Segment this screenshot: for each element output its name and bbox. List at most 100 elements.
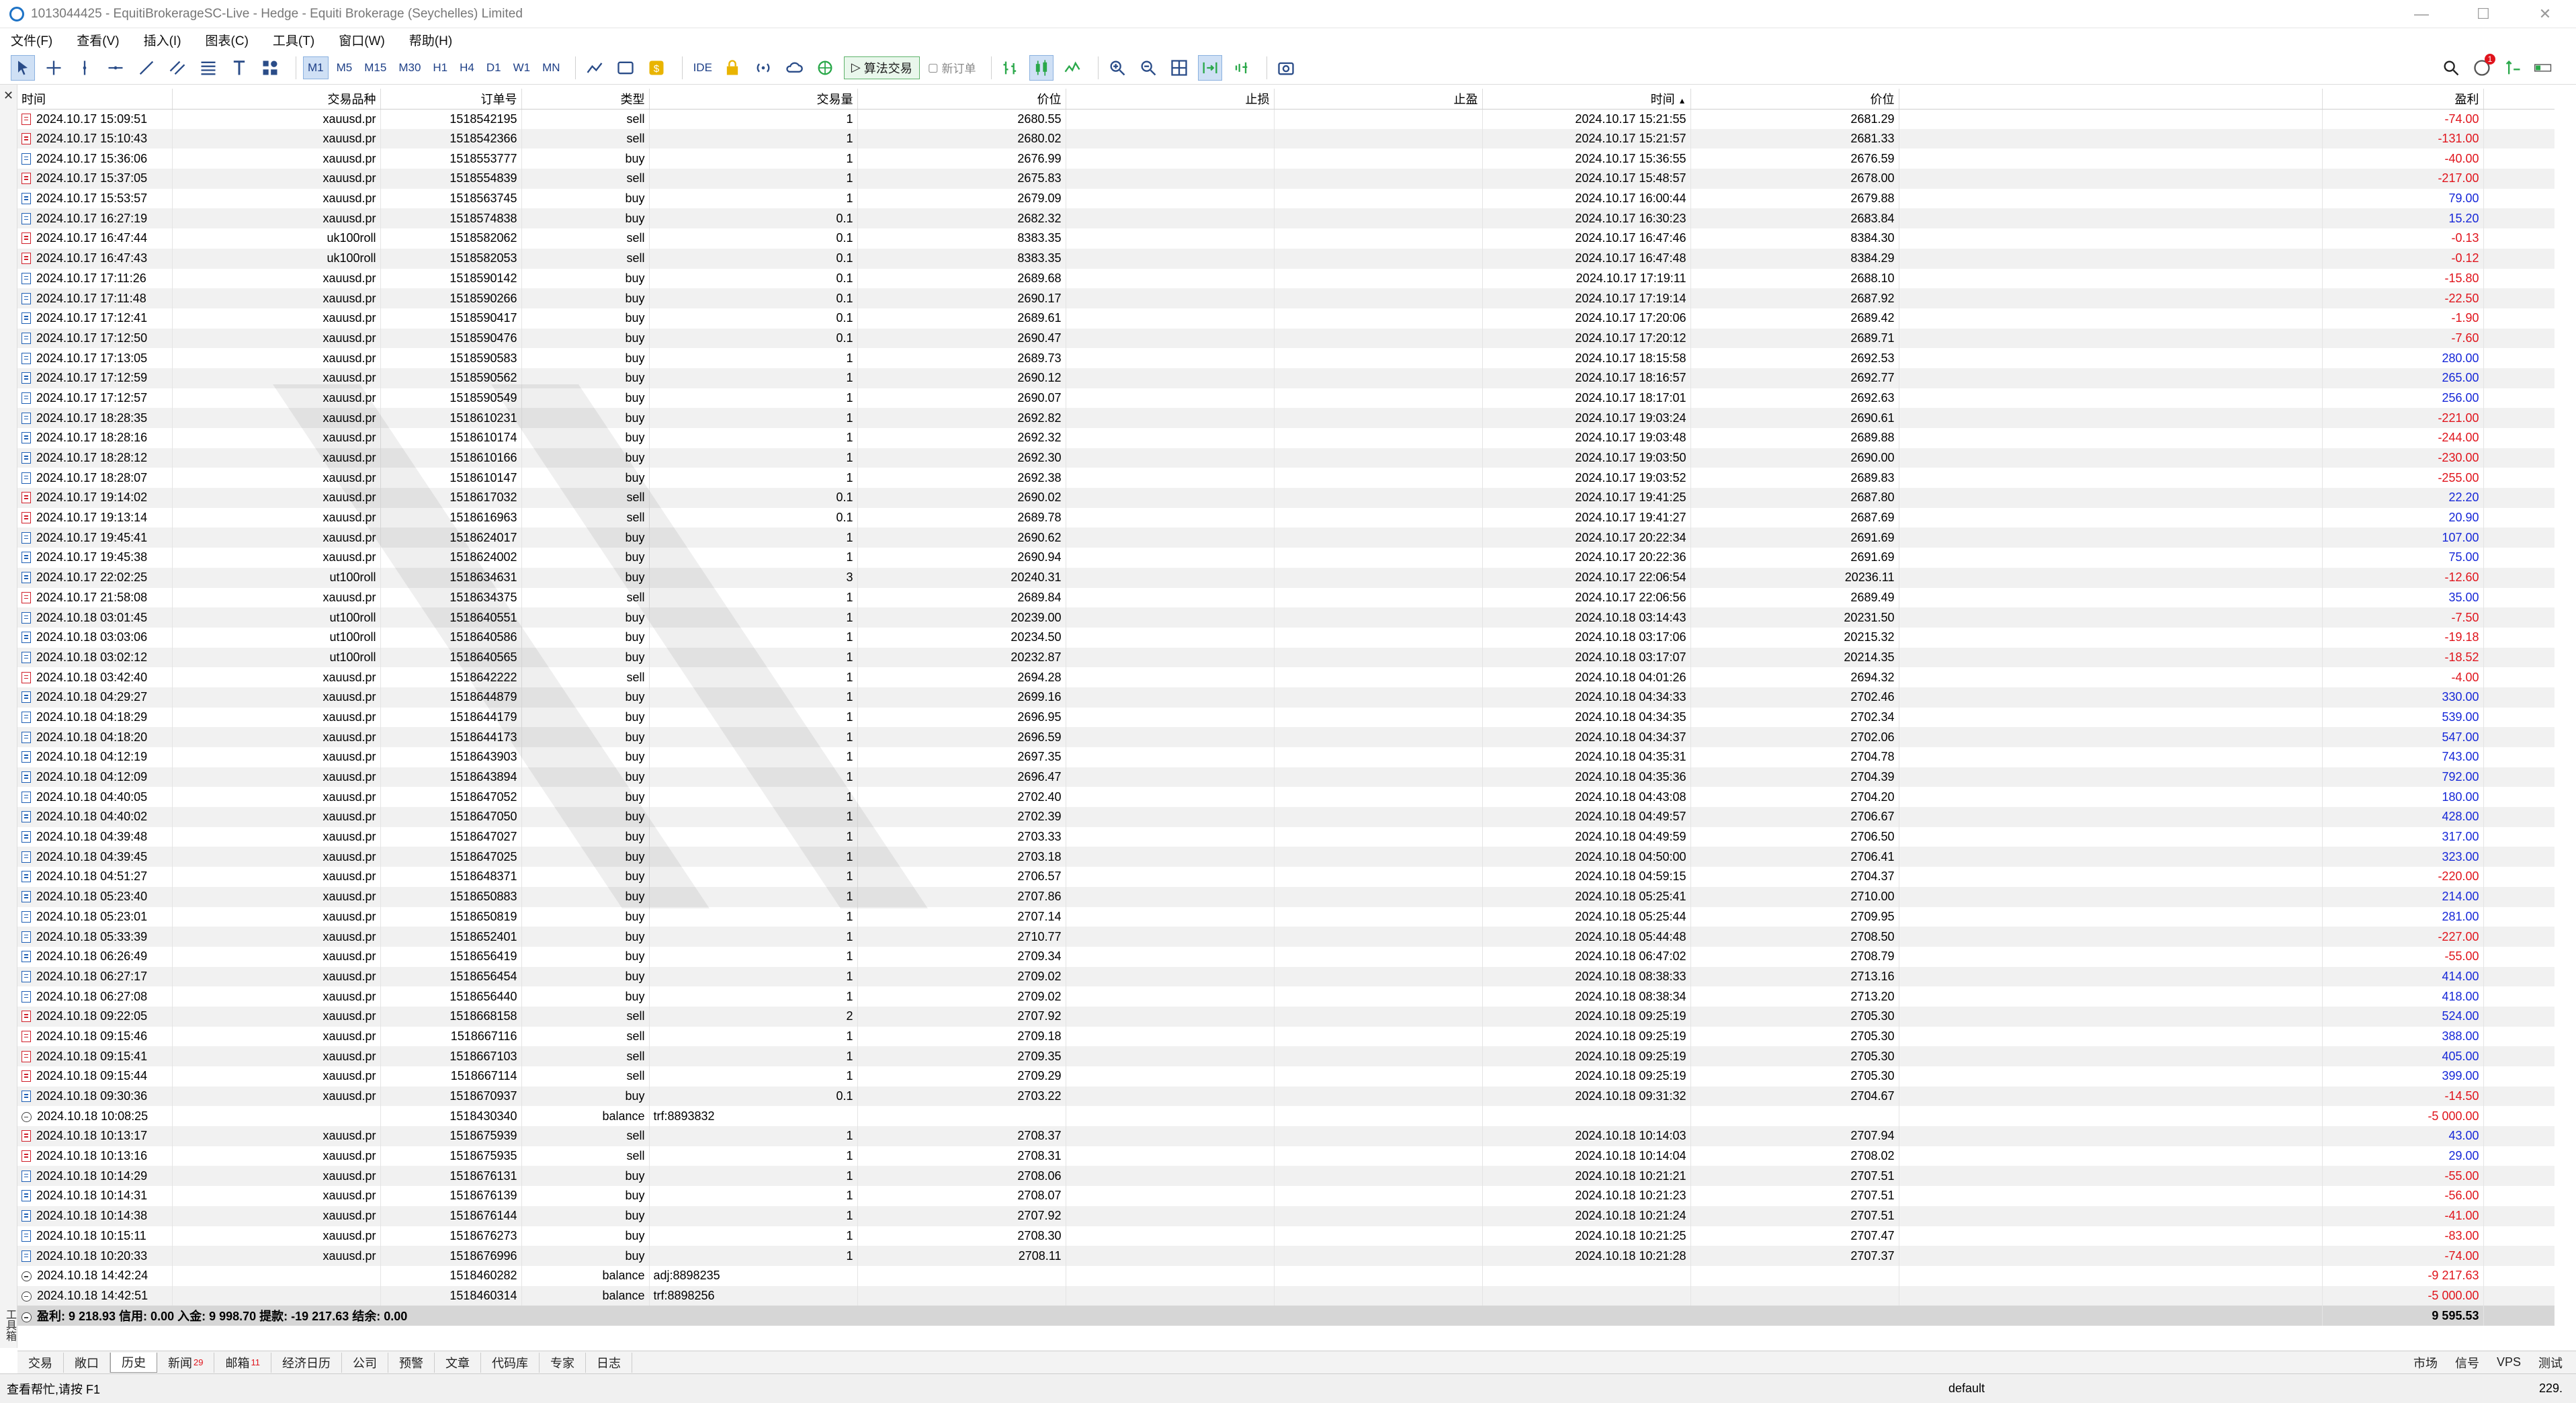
timeframe-d1[interactable]: D1 (482, 56, 505, 79)
col-close-price[interactable]: 价位 (1690, 89, 1899, 110)
tab-7[interactable]: 预警 (388, 1352, 435, 1373)
table-row[interactable]: 2024.10.18 06:26:49 xauusd.pr 1518656419 bu… (17, 946, 2554, 967)
table-row[interactable]: 2024.10.17 15:37:05 xauusd.pr 1518554839 se… (17, 169, 2554, 189)
new-order-button[interactable]: ▢ 新订单 (924, 56, 980, 79)
globe-icon[interactable] (813, 55, 837, 81)
table-row[interactable]: 2024.10.18 03:01:45 ut100roll 1518640551 bu… (17, 607, 2554, 628)
tab-9[interactable]: 代码库 (481, 1352, 540, 1373)
vertical-line-icon[interactable] (73, 55, 97, 81)
table-row[interactable]: 2024.10.18 04:39:48 xauusd.pr 1518647027 bu… (17, 826, 2554, 847)
table-row[interactable]: 2024.10.18 06:27:17 xauusd.pr 1518656454 bu… (17, 966, 2554, 987)
table-row[interactable]: 2024.10.18 10:13:16 xauusd.pr 1518675935 se… (17, 1146, 2554, 1166)
col-take-profit[interactable]: 止盈 (1274, 89, 1483, 110)
timeframe-h1[interactable]: H1 (429, 56, 452, 79)
profile-name[interactable]: default (1948, 1381, 1985, 1396)
table-row[interactable]: 2024.10.18 05:33:39 xauusd.pr 1518652401 bu… (17, 927, 2554, 947)
table-row[interactable]: 2024.10.17 22:02:25 ut100roll 1518634631 bu… (17, 567, 2554, 588)
table-row[interactable]: 2024.10.18 10:14:38 xauusd.pr 1518676144 bu… (17, 1205, 2554, 1226)
chart-shift-icon[interactable] (1229, 55, 1253, 81)
zoom-out-icon[interactable] (1136, 55, 1160, 81)
table-row[interactable]: 2024.10.18 09:15:41 xauusd.pr 1518667103 se… (17, 1046, 2554, 1066)
pointer-icon[interactable] (11, 54, 35, 81)
timeframe-m5[interactable]: M5 (333, 56, 357, 79)
table-row[interactable]: 2024.10.18 09:22:05 xauusd.pr 1518668158 se… (17, 1006, 2554, 1027)
coin-icon[interactable]: $ (644, 55, 669, 81)
table-row[interactable]: 2024.10.17 18:28:07 xauusd.pr 1518610147 bu… (17, 468, 2554, 488)
table-row[interactable]: 2024.10.18 03:42:40 xauusd.pr 1518642222 se… (17, 667, 2554, 687)
indicators-icon[interactable] (583, 55, 607, 81)
table-row[interactable]: 2024.10.18 04:40:02 xauusd.pr 1518647050 bu… (17, 807, 2554, 827)
timeframe-w1[interactable]: W1 (509, 56, 535, 79)
zoom-in-icon[interactable] (1105, 55, 1129, 81)
table-row[interactable]: 2024.10.17 19:45:38 xauusd.pr 1518624002 bu… (17, 548, 2554, 568)
col-ticket[interactable]: 订单号 (380, 89, 522, 110)
crosshair-icon[interactable] (42, 55, 66, 81)
bar-chart-icon[interactable] (998, 55, 1023, 81)
timeframe-m15[interactable]: M15 (360, 56, 390, 79)
timeframe-m30[interactable]: M30 (394, 56, 425, 79)
col-profit[interactable]: 盈利 (2322, 89, 2484, 110)
table-row[interactable]: 2024.10.18 04:29:27 xauusd.pr 1518644879 bu… (17, 687, 2554, 708)
line-chart-icon[interactable] (1060, 55, 1084, 81)
grid-icon[interactable] (1167, 55, 1191, 81)
table-row[interactable]: 2024.10.18 03:02:12 ut100roll 1518640565 bu… (17, 647, 2554, 668)
table-row[interactable]: 2024.10.18 04:18:29 xauusd.pr 1518644179 bu… (17, 707, 2554, 728)
screenshot-icon[interactable] (1274, 55, 1298, 81)
ide-button[interactable]: IDE (689, 56, 716, 79)
timeframe-mn[interactable]: MN (538, 56, 564, 79)
table-row[interactable]: 2024.10.17 19:14:02 xauusd.pr 1518617032 se… (17, 488, 2554, 508)
menu-help[interactable]: 帮助(H) (409, 31, 452, 49)
text-icon[interactable] (227, 55, 251, 81)
table-row[interactable]: 2024.10.18 09:15:44 xauusd.pr 1518667114 se… (17, 1066, 2554, 1087)
table-row[interactable]: 2024.10.18 14:42:24 1518460282 balance adj:… (17, 1265, 2554, 1286)
col-symbol[interactable]: 交易品种 (172, 89, 381, 110)
minimize-button[interactable]: — (2391, 0, 2452, 28)
timeframe-h4[interactable]: H4 (456, 56, 478, 79)
channel-icon[interactable] (165, 55, 189, 81)
table-row[interactable]: 2024.10.17 16:47:44 uk100roll 1518582062 se… (17, 228, 2554, 249)
table-row[interactable]: 2024.10.18 05:23:01 xauusd.pr 1518650819 bu… (17, 906, 2554, 927)
trendline-icon[interactable] (134, 55, 159, 81)
tab-1[interactable]: 敞口 (64, 1352, 110, 1373)
col-open-price[interactable]: 价位 (857, 89, 1066, 110)
table-row[interactable]: 2024.10.18 04:12:19 xauusd.pr 1518643903 bu… (17, 747, 2554, 767)
menu-view[interactable]: 查看(V) (77, 31, 119, 49)
tab-5[interactable]: 经济日历 (271, 1352, 342, 1373)
templates-icon[interactable] (613, 55, 638, 81)
timeframe-m1[interactable]: M1 (303, 56, 329, 79)
tab-8[interactable]: 文章 (435, 1352, 481, 1373)
table-row[interactable]: 2024.10.18 14:42:51 1518460314 balance trf:… (17, 1285, 2554, 1306)
maximize-button[interactable]: ☐ (2452, 0, 2514, 28)
table-row[interactable]: 2024.10.17 17:11:26 xauusd.pr 1518590142 bu… (17, 268, 2554, 289)
table-row[interactable]: 2024.10.18 05:23:40 xauusd.pr 1518650883 bu… (17, 886, 2554, 907)
table-row[interactable]: 2024.10.17 17:12:57 xauusd.pr 1518590549 bu… (17, 388, 2554, 409)
table-row[interactable]: 2024.10.18 10:08:25 1518430340 balance trf:… (17, 1106, 2554, 1127)
tab-0[interactable]: 交易 (17, 1352, 64, 1373)
notifications-icon[interactable]: 1 (2470, 53, 2495, 81)
col-open-time[interactable]: 时间 (17, 89, 173, 110)
table-row[interactable]: 2024.10.18 04:18:20 xauusd.pr 1518644173 bu… (17, 727, 2554, 747)
col-volume[interactable]: 交易量 (649, 89, 858, 110)
table-row[interactable]: 2024.10.17 15:09:51 xauusd.pr 1518542195 se… (17, 109, 2554, 129)
menu-chart[interactable]: 图表(C) (206, 31, 249, 49)
table-row[interactable]: 2024.10.17 15:53:57 xauusd.pr 1518563745 bu… (17, 188, 2554, 209)
cloud-icon[interactable] (782, 55, 806, 81)
search-icon[interactable] (2439, 55, 2463, 81)
horizontal-line-icon[interactable] (103, 55, 128, 81)
toolbox-close-icon[interactable]: ✕ (0, 89, 17, 103)
tab-2[interactable]: 历史 (110, 1352, 157, 1373)
table-row[interactable]: 2024.10.17 21:58:08 xauusd.pr 1518634375 se… (17, 587, 2554, 608)
tester-link[interactable]: 测试 (2538, 1354, 2563, 1371)
table-row[interactable]: 2024.10.18 10:20:33 xauusd.pr 1518676996 bu… (17, 1246, 2554, 1266)
fibonacci-icon[interactable] (196, 55, 220, 81)
table-row[interactable]: 2024.10.17 18:28:16 xauusd.pr 1518610174 bu… (17, 428, 2554, 448)
menu-insert[interactable]: 插入(I) (144, 31, 181, 49)
shapes-icon[interactable] (258, 55, 282, 81)
table-row[interactable]: 2024.10.17 17:11:48 xauusd.pr 1518590266 bu… (17, 288, 2554, 308)
table-row[interactable]: 2024.10.17 19:45:41 xauusd.pr 1518624017 bu… (17, 527, 2554, 548)
menu-window[interactable]: 窗口(W) (339, 31, 385, 49)
col-type[interactable]: 类型 (521, 89, 650, 110)
table-row[interactable]: 2024.10.17 17:13:05 xauusd.pr 1518590583 bu… (17, 348, 2554, 368)
table-row[interactable]: 2024.10.17 15:10:43 xauusd.pr 1518542366 se… (17, 128, 2554, 149)
table-row[interactable]: 2024.10.18 03:03:06 ut100roll 1518640586 bu… (17, 627, 2554, 648)
